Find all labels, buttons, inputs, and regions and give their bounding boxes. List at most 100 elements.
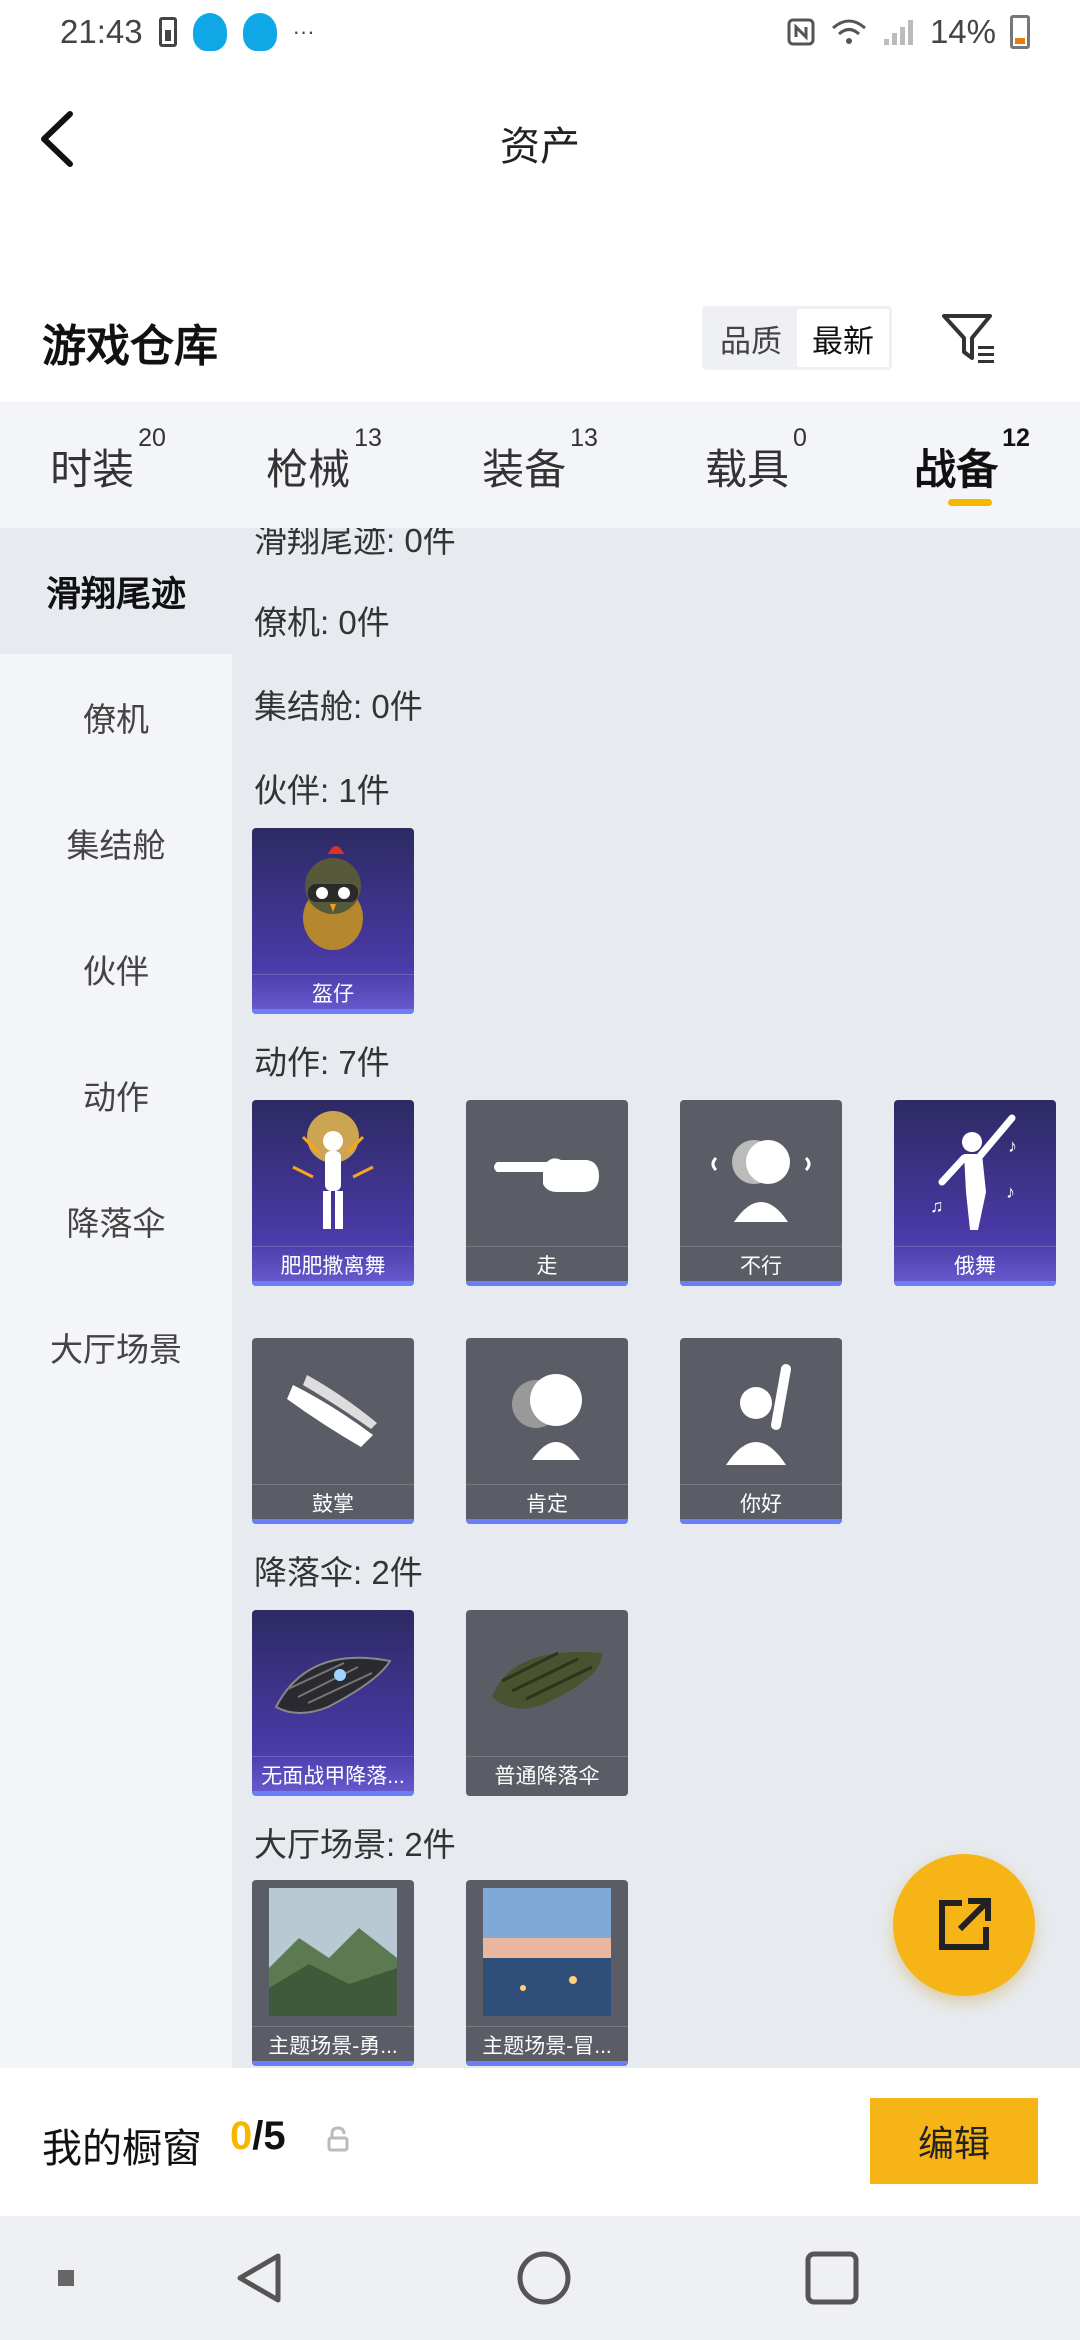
showcase-count: 0/5 <box>230 2114 286 2159</box>
signal-icon <box>883 20 913 45</box>
item-name: 走 <box>466 1246 628 1282</box>
armored-parachute-image <box>252 1610 414 1754</box>
share-icon <box>939 1898 991 1950</box>
item-list[interactable]: 滑翔尾迹: 0件 僚机: 0件 集结舱: 0件 伙伴: 1件 盔仔 动作: 7件… <box>232 528 1080 2068</box>
category-tabs: 时装 20 枪械 13 装备 13 载具 0 战备 12 <box>0 402 1080 528</box>
tab-fashion[interactable]: 时装 20 <box>0 402 216 528</box>
rarity-bar <box>252 1009 414 1014</box>
item-name: 鼓掌 <box>252 1484 414 1520</box>
item-name: 不行 <box>680 1246 842 1282</box>
rarity-bar <box>680 1281 842 1286</box>
item-card[interactable]: 肯定 <box>466 1338 628 1524</box>
tab-count: 13 <box>570 424 598 452</box>
section-partner: 伙伴: 1件 <box>254 772 390 809</box>
section-wingman: 僚机: 0件 <box>254 604 390 641</box>
item-card[interactable]: ♪ ♫ ♪ 俄舞 <box>894 1100 1056 1286</box>
sort-quality-button[interactable]: 品质 <box>705 309 797 367</box>
tab-label: 枪械 <box>266 446 351 493</box>
section-rally-pod: 集结舱: 0件 <box>254 688 423 725</box>
item-card[interactable]: 普通降落伞 <box>466 1610 628 1796</box>
item-name: 盔仔 <box>252 974 414 1010</box>
share-button[interactable] <box>893 1854 1035 1996</box>
rarity-bar <box>466 1519 628 1524</box>
item-name: 肥肥撒离舞 <box>252 1246 414 1282</box>
rarity-bar <box>252 1281 414 1286</box>
sidebar-item-glide-trail[interactable]: 滑翔尾迹 <box>0 528 232 654</box>
tab-count: 0 <box>793 424 807 452</box>
tab-count: 13 <box>354 424 382 452</box>
more-notifications: ··· <box>292 19 315 44</box>
item-card[interactable]: 不行 <box>680 1100 842 1286</box>
item-card[interactable]: 你好 <box>680 1338 842 1524</box>
warehouse-title: 游戏仓库 <box>42 322 218 371</box>
clapping-hands-icon <box>252 1338 414 1482</box>
nav-home-icon[interactable] <box>516 2250 572 2306</box>
main-content: 滑翔尾迹 僚机 集结舱 伙伴 动作 降落伞 大厅场景 滑翔尾迹: 0件 僚机: … <box>0 528 1080 2068</box>
nav-dot-icon <box>58 2270 74 2286</box>
warehouse-header: 游戏仓库 品质 最新 <box>0 300 1080 400</box>
item-name: 无面战甲降落... <box>252 1756 414 1792</box>
rarity-bar <box>466 1791 628 1796</box>
chick-helmet-image <box>252 828 414 972</box>
item-card[interactable]: 无面战甲降落... <box>252 1610 414 1796</box>
rarity-bar <box>466 2061 628 2066</box>
tab-count: 12 <box>1002 424 1030 452</box>
battery-percent: 14% <box>929 13 996 50</box>
svg-text:♫: ♫ <box>930 1196 944 1216</box>
section-lobby-scene: 大厅场景: 2件 <box>254 1826 456 1863</box>
sort-newest-button[interactable]: 最新 <box>797 309 889 367</box>
sidebar-item-parachute[interactable]: 降落伞 <box>0 1158 232 1284</box>
section-actions: 动作: 7件 <box>254 1044 390 1081</box>
tab-battle-gear[interactable]: 战备 12 <box>864 402 1080 528</box>
sort-toggle: 品质 最新 <box>702 306 892 370</box>
sidebar-item-partner[interactable]: 伙伴 <box>0 906 232 1032</box>
mountain-scene-image <box>252 1880 414 2024</box>
sidebar-item-lobby-scene[interactable]: 大厅场景 <box>0 1284 232 1410</box>
page-title: 资产 <box>500 125 580 169</box>
dancer-icon: ♪ ♫ ♪ <box>894 1100 1056 1244</box>
item-card[interactable]: 鼓掌 <box>252 1338 414 1524</box>
tab-label: 时装 <box>50 446 135 493</box>
showcase-bar: 我的橱窗 0/5 编辑 <box>0 2068 1080 2216</box>
clock: 21:43 <box>60 13 143 50</box>
item-card[interactable]: 主题场景-冒... <box>466 1880 628 2066</box>
tab-vehicles[interactable]: 载具 0 <box>648 402 864 528</box>
showcase-total: /5 <box>252 2114 286 2158</box>
tab-label: 载具 <box>705 446 790 493</box>
item-card[interactable]: 主题场景-勇... <box>252 1880 414 2066</box>
sidebar-item-actions[interactable]: 动作 <box>0 1032 232 1158</box>
tab-count: 20 <box>138 424 166 452</box>
head-shake-icon <box>680 1100 842 1244</box>
rarity-bar <box>680 1519 842 1524</box>
edit-button[interactable]: 编辑 <box>870 2098 1038 2184</box>
waving-person-icon <box>680 1338 842 1482</box>
item-name: 你好 <box>680 1484 842 1520</box>
nod-head-icon <box>466 1338 628 1482</box>
sidebar-item-wingman[interactable]: 僚机 <box>0 654 232 780</box>
nav-recents-icon[interactable] <box>804 2250 860 2306</box>
item-card[interactable]: 肥肥撒离舞 <box>252 1100 414 1286</box>
status-bar: 21:43 ··· 14% <box>0 0 1080 64</box>
svg-text:♪: ♪ <box>1008 1136 1017 1156</box>
sidebar-item-rally-pod[interactable]: 集结舱 <box>0 780 232 906</box>
nav-back-icon[interactable] <box>232 2250 288 2306</box>
item-name: 主题场景-冒... <box>466 2026 628 2062</box>
standard-parachute-image <box>466 1610 628 1754</box>
tab-guns[interactable]: 枪械 13 <box>216 402 432 528</box>
section-parachute: 降落伞: 2件 <box>254 1554 423 1591</box>
item-name: 普通降落伞 <box>466 1756 628 1792</box>
rarity-bar <box>252 1791 414 1796</box>
tab-equipment[interactable]: 装备 13 <box>432 402 648 528</box>
lock-icon <box>327 2126 349 2152</box>
item-name: 肯定 <box>466 1484 628 1520</box>
filter-icon[interactable] <box>940 310 996 366</box>
battery-icon <box>1010 15 1030 49</box>
section-glide-trail: 滑翔尾迹: 0件 <box>254 528 456 559</box>
item-card[interactable]: 走 <box>466 1100 628 1286</box>
rarity-bar <box>466 1281 628 1286</box>
tab-label: 战备 <box>914 446 999 493</box>
item-card[interactable]: 盔仔 <box>252 828 414 1014</box>
rarity-bar <box>252 1519 414 1524</box>
svg-text:♪: ♪ <box>1006 1182 1015 1202</box>
showcase-current: 0 <box>230 2114 253 2158</box>
